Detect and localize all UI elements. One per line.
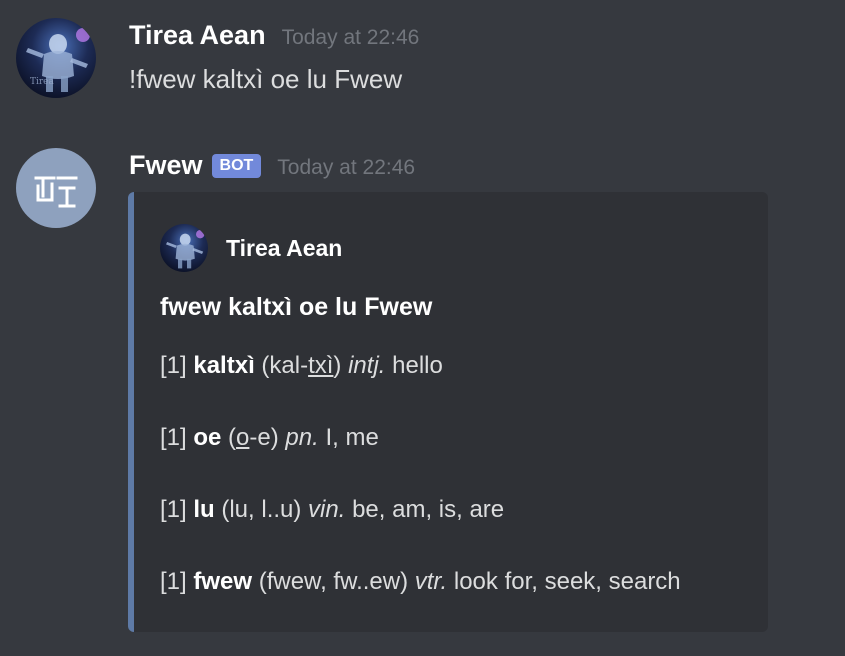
entry-part-of-speech: intj. [348,352,386,379]
bot-name[interactable]: Fwew [129,150,203,181]
entry-part-of-speech: pn. [285,424,319,451]
astronaut-avatar-icon [160,224,208,272]
entry-index: [1] [160,568,187,595]
entry-pronunciation-stressed: txì [308,352,334,379]
dictionary-entry: [1] fwew (fwew, fw..ew) vtr. look for, s… [160,568,681,596]
bot-avatar[interactable] [16,148,96,228]
entry-index: [1] [160,352,187,379]
dictionary-entry: [1] oe (o-e) pn. I, me [160,424,379,452]
entry-word: fwew [193,568,253,595]
entry-word: lu [193,496,215,523]
entry-word: oe [193,424,222,451]
entry-pronunciation-suffix: -e) [249,424,279,451]
entry-definition: be, am, is, are [352,496,505,523]
dictionary-embed: Tirea Aean fwew kaltxì oe lu Fwew [1] ka… [128,192,768,632]
entry-word: kaltxì [193,352,255,379]
timestamp: Today at 22:46 [281,26,420,49]
bot-tag: BOT [211,154,262,178]
message-content: !fwew kaltxì oe lu Fwew [129,64,403,94]
entry-index: [1] [160,424,187,451]
entry-definition: hello [392,352,443,379]
entry-pronunciation-suffix: ) [333,352,342,379]
embed-author: Tirea Aean [160,224,342,272]
entry-pronunciation: (lu, l..u) [221,496,302,523]
entry-definition: look for, seek, search [453,568,681,595]
entry-definition: I, me [325,424,379,451]
fwew-logo-icon [34,176,78,208]
embed-title: fwew kaltxì oe lu Fwew [160,293,433,321]
message-tirea: Tirea Tirea Aean Today at 22:46 !fwew ka… [0,0,845,130]
embed-author-avatar [160,224,208,272]
astronaut-avatar-icon: Tirea [16,18,96,98]
user-avatar[interactable]: Tirea [16,18,96,98]
dictionary-entry: [1] kaltxì (kal-txì) intj. hello [160,352,443,380]
entry-part-of-speech: vin. [308,496,346,523]
entry-pronunciation: (fwew, fw..ew) [258,568,409,595]
entry-pronunciation-stressed: o [236,424,250,451]
entry-part-of-speech: vtr. [414,568,448,595]
timestamp: Today at 22:46 [277,156,416,179]
embed-author-name: Tirea Aean [226,234,343,261]
dictionary-entry: [1] lu (lu, l..u) vin. be, am, is, are [160,496,504,524]
author-name[interactable]: Tirea Aean [129,20,266,51]
svg-text:Tirea: Tirea [30,77,55,87]
entry-pronunciation-prefix: (kal- [261,352,309,379]
entry-index: [1] [160,496,187,523]
entry-pronunciation-prefix: ( [228,424,237,451]
